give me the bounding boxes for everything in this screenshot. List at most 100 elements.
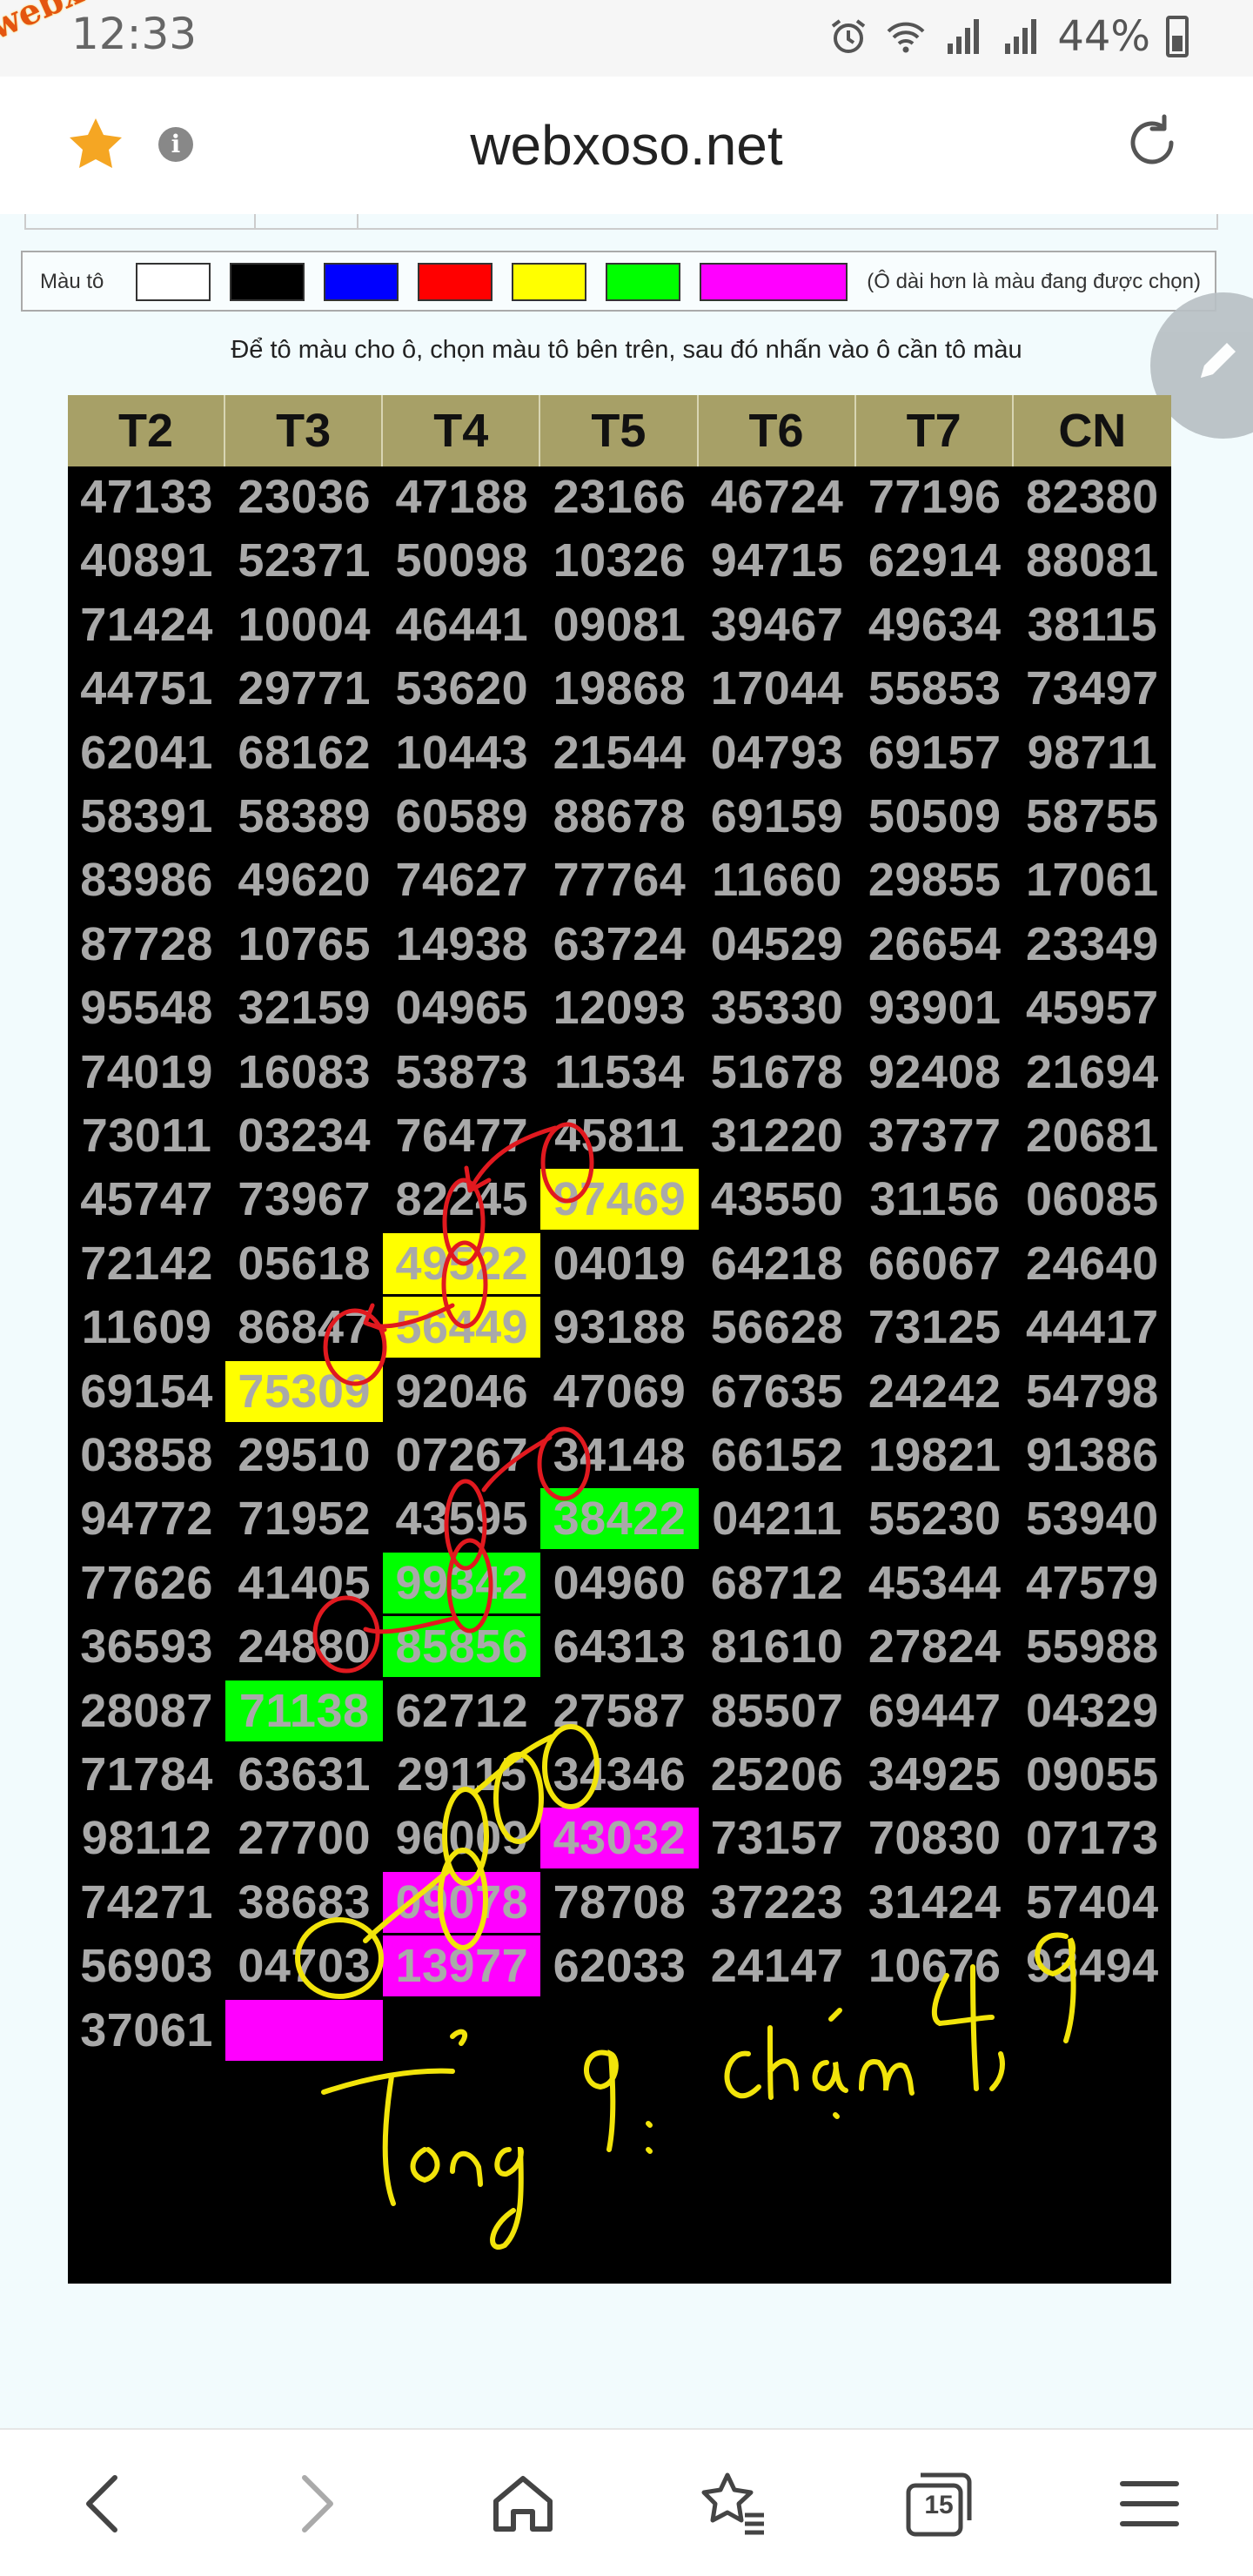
- number-cell[interactable]: 45747: [68, 1169, 225, 1230]
- number-cell[interactable]: 71952: [225, 1488, 383, 1549]
- number-cell[interactable]: 64313: [540, 1616, 698, 1677]
- swatch-white[interactable]: [136, 263, 211, 301]
- swatch-magenta[interactable]: [700, 263, 848, 301]
- number-cell[interactable]: 69157: [856, 722, 1014, 783]
- number-cell[interactable]: 43550: [699, 1169, 856, 1230]
- number-cell[interactable]: 76477: [383, 1105, 540, 1166]
- number-cell[interactable]: [856, 2000, 1014, 2061]
- number-cell[interactable]: 85507: [699, 1680, 856, 1741]
- number-cell[interactable]: 50098: [383, 530, 540, 591]
- number-cell[interactable]: 56628: [699, 1297, 856, 1358]
- number-cell[interactable]: 86847: [225, 1297, 383, 1358]
- number-cell[interactable]: 93188: [540, 1297, 698, 1358]
- number-cell[interactable]: 34148: [540, 1425, 698, 1486]
- number-cell[interactable]: 38115: [1014, 594, 1171, 655]
- number-cell[interactable]: 17044: [699, 658, 856, 719]
- number-cell[interactable]: 64218: [699, 1233, 856, 1294]
- number-cell[interactable]: 21694: [1014, 1042, 1171, 1103]
- number-cell[interactable]: 53940: [1014, 1488, 1171, 1549]
- number-cell[interactable]: [225, 1999, 384, 2061]
- number-cell[interactable]: 52371: [225, 530, 383, 591]
- number-cell[interactable]: 37223: [699, 1872, 856, 1933]
- number-cell[interactable]: 83986: [68, 849, 225, 910]
- number-cell[interactable]: 62914: [856, 530, 1014, 591]
- number-cell[interactable]: 75309: [225, 1360, 384, 1422]
- url-text[interactable]: webxoso.net: [0, 113, 1253, 178]
- number-cell[interactable]: 82245: [383, 1169, 540, 1230]
- number-cell[interactable]: 45957: [1014, 977, 1171, 1038]
- number-cell[interactable]: 62041: [68, 722, 225, 783]
- number-cell[interactable]: 47188: [383, 466, 540, 527]
- number-cell[interactable]: 26654: [856, 914, 1014, 975]
- swatch-red[interactable]: [418, 263, 492, 301]
- number-cell[interactable]: 27824: [856, 1616, 1014, 1677]
- number-cell[interactable]: 07173: [1014, 1808, 1171, 1868]
- number-cell[interactable]: 43595: [383, 1488, 540, 1549]
- number-cell[interactable]: 67635: [699, 1361, 856, 1422]
- number-cell[interactable]: 74271: [68, 1872, 225, 1933]
- number-cell[interactable]: 10326: [540, 530, 698, 591]
- number-cell[interactable]: 13977: [383, 1935, 541, 1997]
- number-cell[interactable]: 04965: [383, 977, 540, 1038]
- number-cell[interactable]: 57404: [1014, 1872, 1171, 1933]
- number-cell[interactable]: [699, 2000, 856, 2061]
- number-cell[interactable]: 11609: [68, 1297, 225, 1358]
- number-cell[interactable]: 44751: [68, 658, 225, 719]
- number-cell[interactable]: 29115: [383, 1744, 540, 1805]
- number-cell[interactable]: 25206: [699, 1744, 856, 1805]
- number-cell[interactable]: 47579: [1014, 1553, 1171, 1613]
- number-cell[interactable]: 27700: [225, 1808, 383, 1868]
- number-cell[interactable]: 03234: [225, 1105, 383, 1166]
- number-cell[interactable]: 63631: [225, 1744, 383, 1805]
- number-cell[interactable]: 23349: [1014, 914, 1171, 975]
- number-cell[interactable]: 58391: [68, 786, 225, 847]
- number-cell[interactable]: 24242: [856, 1361, 1014, 1422]
- number-cell[interactable]: 29771: [225, 658, 383, 719]
- number-cell[interactable]: 03858: [68, 1425, 225, 1486]
- number-cell[interactable]: 04019: [540, 1233, 698, 1294]
- number-cell[interactable]: 41405: [225, 1553, 383, 1613]
- number-cell[interactable]: 63724: [540, 914, 698, 975]
- number-cell[interactable]: 39467: [699, 594, 856, 655]
- number-cell[interactable]: 69447: [856, 1680, 1014, 1741]
- number-cell[interactable]: 68162: [225, 722, 383, 783]
- number-cell[interactable]: 66067: [856, 1233, 1014, 1294]
- number-cell[interactable]: 10443: [383, 722, 540, 783]
- number-cell[interactable]: 36593: [68, 1616, 225, 1677]
- number-cell[interactable]: 92408: [856, 1042, 1014, 1103]
- menu-button[interactable]: [1110, 2465, 1189, 2543]
- number-cell[interactable]: 99342: [383, 1552, 541, 1613]
- number-cell[interactable]: 77196: [856, 466, 1014, 527]
- number-cell[interactable]: 09081: [540, 594, 698, 655]
- number-cell[interactable]: 31220: [699, 1105, 856, 1166]
- number-cell[interactable]: 43032: [540, 1808, 699, 1869]
- number-cell[interactable]: 73497: [1014, 658, 1171, 719]
- number-cell[interactable]: 55230: [856, 1488, 1014, 1549]
- number-cell[interactable]: 10004: [225, 594, 383, 655]
- number-cell[interactable]: 91386: [1014, 1425, 1171, 1486]
- number-cell[interactable]: [1014, 2000, 1171, 2061]
- number-cell[interactable]: 27587: [540, 1680, 698, 1741]
- number-cell[interactable]: 28087: [68, 1680, 225, 1741]
- number-cell[interactable]: 95548: [68, 977, 225, 1038]
- number-cell[interactable]: 88081: [1014, 530, 1171, 591]
- number-cell[interactable]: 93494: [1014, 1935, 1171, 1996]
- number-cell[interactable]: 11534: [540, 1042, 698, 1103]
- number-cell[interactable]: 81610: [699, 1616, 856, 1677]
- number-cell[interactable]: 19821: [856, 1425, 1014, 1486]
- number-cell[interactable]: 24880: [225, 1616, 383, 1677]
- number-cell[interactable]: 23166: [540, 466, 698, 527]
- number-cell[interactable]: 16083: [225, 1042, 383, 1103]
- number-cell[interactable]: 04211: [699, 1488, 856, 1549]
- number-cell[interactable]: 93901: [856, 977, 1014, 1038]
- number-cell[interactable]: 44417: [1014, 1297, 1171, 1358]
- number-cell[interactable]: 78708: [540, 1872, 698, 1933]
- number-cell[interactable]: 82380: [1014, 466, 1171, 527]
- number-cell[interactable]: 34925: [856, 1744, 1014, 1805]
- number-cell[interactable]: 46724: [699, 466, 856, 527]
- number-cell[interactable]: 56449: [383, 1297, 541, 1358]
- number-cell[interactable]: 71784: [68, 1744, 225, 1805]
- number-cell[interactable]: 12093: [540, 977, 698, 1038]
- number-cell[interactable]: 74627: [383, 849, 540, 910]
- number-cell[interactable]: 92046: [383, 1361, 540, 1422]
